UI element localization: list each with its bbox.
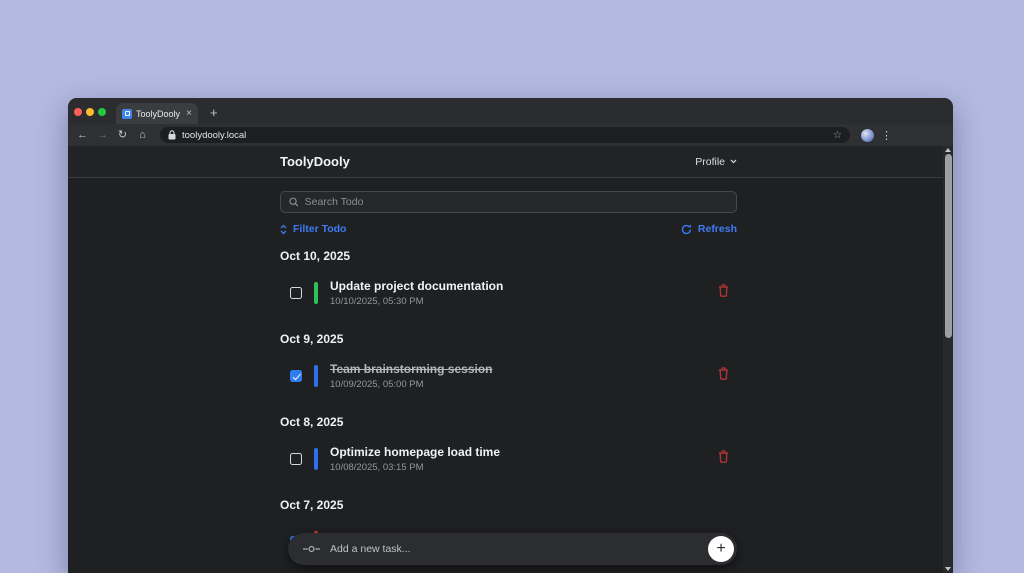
priority-bar [314,282,318,304]
date-header: Oct 8, 2025 [280,415,737,429]
group-items: Optimize homepage load time 10/08/2025, … [280,442,737,476]
browser-menu-icon[interactable]: ⋮ [881,129,892,142]
back-icon[interactable]: ← [76,129,89,142]
todo-item: Update project documentation 10/10/2025,… [280,276,737,310]
search-input[interactable] [305,196,728,208]
url-text: toolydooly.local [182,130,827,141]
forward-icon[interactable]: → [96,129,109,142]
todo-group: Oct 10, 2025 Update project documentatio… [280,249,737,310]
trash-icon [718,284,729,297]
tab-close-icon[interactable]: × [186,109,192,119]
page-scrollbar[interactable] [943,146,953,573]
todo-item: Team brainstorming session 10/09/2025, 0… [280,359,737,393]
scroll-down-icon[interactable] [945,567,951,571]
new-tab-button[interactable]: + [210,105,218,120]
group-items: Team brainstorming session 10/09/2025, 0… [280,359,737,393]
trash-icon [718,367,729,380]
page-title: ToolyDooly [280,154,350,169]
home-icon[interactable]: ⌂ [136,129,149,142]
todo-checkbox[interactable] [290,370,302,382]
filter-todo-label: Filter Todo [293,223,346,235]
date-header: Oct 9, 2025 [280,332,737,346]
scroll-up-icon[interactable] [945,148,951,152]
todo-text: Team brainstorming session 10/09/2025, 0… [330,363,493,390]
address-bar[interactable]: toolydooly.local ☆ [160,127,850,143]
todo-timestamp: 10/09/2025, 05:00 PM [330,379,493,390]
todo-item: Optimize homepage load time 10/08/2025, … [280,442,737,476]
priority-bar [314,365,318,387]
commit-icon [303,545,320,553]
scrollbar-thumb[interactable] [945,154,952,338]
delete-todo-button[interactable] [718,284,729,302]
bookmark-star-icon[interactable]: ☆ [833,130,842,141]
todo-title: Team brainstorming session [330,363,493,376]
date-header: Oct 10, 2025 [280,249,737,263]
browser-profile-avatar[interactable] [861,129,874,142]
todo-text: Optimize homepage load time 10/08/2025, … [330,446,500,473]
todo-title: Optimize homepage load time [330,446,500,459]
minimize-window-button[interactable] [86,108,94,116]
tab-title: ToolyDooly [136,109,182,119]
trash-icon [718,450,729,463]
todo-group: Oct 9, 2025 Team brainstorming session 1… [280,332,737,393]
todo-groups: Oct 10, 2025 Update project documentatio… [280,249,737,559]
add-task-input[interactable] [330,543,698,555]
sort-icon [280,224,287,235]
browser-toolbar: ← → ↻ ⌂ toolydooly.local ☆ ⋮ [68,124,953,146]
todo-text: Update project documentation 10/10/2025,… [330,280,503,307]
close-window-button[interactable] [74,108,82,116]
refresh-button[interactable]: Refresh [681,223,737,235]
refresh-label: Refresh [698,223,737,235]
search-icon [289,197,299,207]
filter-row: Filter Todo Refresh [280,223,737,235]
todo-timestamp: 10/10/2025, 05:30 PM [330,296,503,307]
priority-bar [314,448,318,470]
todo-timestamp: 10/08/2025, 03:15 PM [330,462,500,473]
zoom-window-button[interactable] [98,108,106,116]
refresh-icon [681,224,692,235]
page-content: ToolyDooly Profile [68,146,953,573]
search-bar [280,191,737,213]
lock-icon [168,130,176,140]
desktop: { "browser": { "tab_title": "ToolyDooly"… [0,0,1024,573]
tab-favicon-icon [122,109,132,119]
delete-todo-button[interactable] [718,450,729,468]
todo-checkbox[interactable] [290,287,302,299]
date-header: Oct 7, 2025 [280,498,737,512]
browser-window: ToolyDooly × + ← → ↻ ⌂ toolydooly.local … [68,98,953,573]
delete-todo-button[interactable] [718,367,729,385]
todo-group: Oct 8, 2025 Optimize homepage load time … [280,415,737,476]
chevron-down-icon [730,159,737,164]
add-task-bar: + [288,533,737,565]
todo-title: Update project documentation [330,280,503,293]
app-header: ToolyDooly Profile [68,146,953,178]
reload-icon[interactable]: ↻ [116,129,129,142]
browser-tab[interactable]: ToolyDooly × [116,103,198,124]
filter-todo-button[interactable]: Filter Todo [280,223,346,235]
profile-menu[interactable]: Profile [695,156,737,168]
profile-label: Profile [695,156,725,168]
todo-checkbox[interactable] [290,453,302,465]
group-items: Update project documentation 10/10/2025,… [280,276,737,310]
add-task-button[interactable]: + [708,536,734,562]
window-controls [74,108,106,116]
tab-strip: ToolyDooly × + [68,98,953,124]
